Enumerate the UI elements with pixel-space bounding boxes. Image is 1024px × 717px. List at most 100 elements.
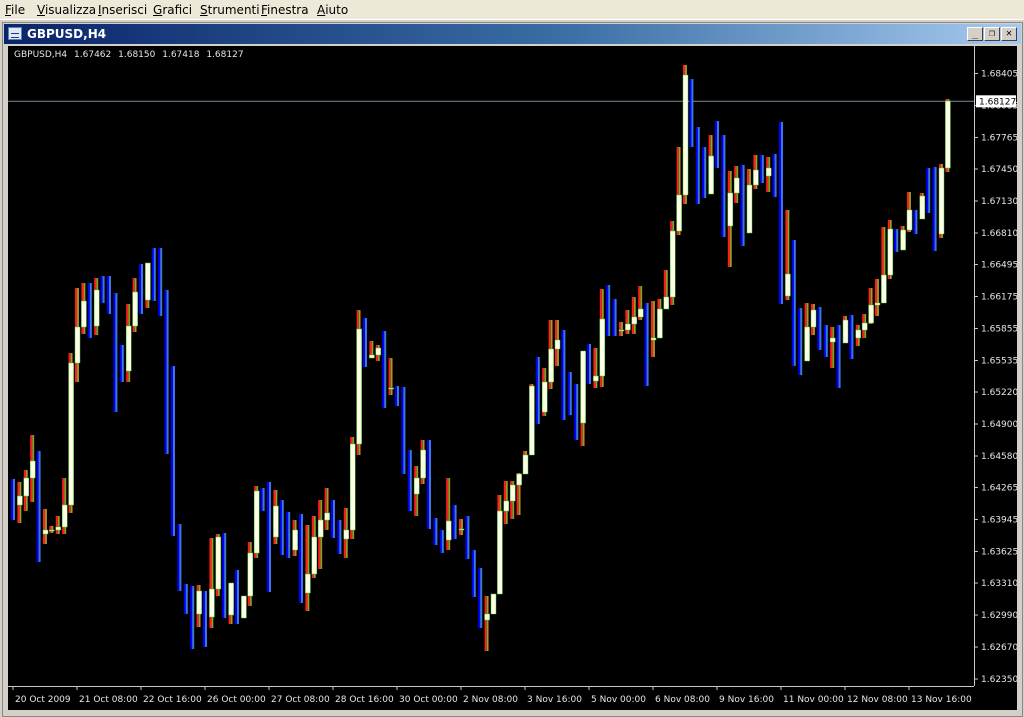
candle-body xyxy=(74,326,81,364)
y-tick-label: 1.65220 xyxy=(981,388,1017,398)
candle-bar xyxy=(267,482,269,592)
candle-body xyxy=(733,177,740,194)
candle-bar xyxy=(324,488,327,530)
candle-bar xyxy=(932,167,935,251)
candle-bar xyxy=(537,357,540,424)
candle-bar xyxy=(151,248,154,301)
candle-body xyxy=(631,316,638,325)
candle-bar xyxy=(337,520,340,554)
menu-finestra[interactable]: Finestra xyxy=(261,3,309,17)
candle-bar xyxy=(563,330,566,420)
y-tick-label: 1.64265 xyxy=(981,484,1017,494)
candle-bar xyxy=(403,387,406,474)
candle-bar xyxy=(772,154,775,197)
candle-bar xyxy=(896,229,899,252)
candle-body xyxy=(855,329,862,339)
candle-bar xyxy=(774,154,777,197)
chart-close-value: 1.68127 xyxy=(206,50,244,60)
candle-body xyxy=(369,354,375,359)
candle-bar xyxy=(480,568,483,628)
candle-bar xyxy=(119,345,122,382)
candle-body xyxy=(785,273,791,297)
candle-body xyxy=(746,184,753,234)
candle-bar xyxy=(593,348,596,388)
candle-bar xyxy=(409,450,412,511)
candle-body xyxy=(317,519,324,538)
y-tick-label: 1.63310 xyxy=(981,579,1017,589)
candles-group xyxy=(11,65,951,651)
y-tick-label: 1.63625 xyxy=(981,548,1017,558)
y-tick-label: 1.62350 xyxy=(981,675,1017,685)
candle-bar xyxy=(439,530,442,553)
candle-bar xyxy=(158,248,161,316)
candle-bar xyxy=(141,264,143,314)
candle-bar xyxy=(153,248,156,301)
x-tick-label: 28 Oct 16:00 xyxy=(335,695,394,705)
candle-body xyxy=(228,582,234,616)
minimize-button[interactable]: _ xyxy=(967,27,983,41)
restore-button[interactable]: ❐ xyxy=(984,27,1000,41)
candle-body xyxy=(727,192,734,227)
candle-body xyxy=(503,500,510,512)
candle-bar xyxy=(934,167,937,251)
candle-bar xyxy=(781,122,783,304)
y-tick-label: 1.65535 xyxy=(981,357,1017,367)
candle-body xyxy=(522,454,529,475)
candle-bar xyxy=(721,135,724,237)
candle-body xyxy=(292,529,298,551)
candle-bar xyxy=(587,344,589,384)
candle-body xyxy=(516,473,522,486)
candle-body xyxy=(580,350,586,424)
candle-body xyxy=(49,529,55,532)
chart-area[interactable]: 1.684051.680851.677651.674501.671301.668… xyxy=(8,46,1017,710)
candle-bar xyxy=(574,384,577,440)
candle-bar xyxy=(723,135,726,237)
candle-body xyxy=(145,262,151,301)
candle-bar xyxy=(569,372,572,415)
candle-bar xyxy=(279,500,282,555)
y-tick-label: 1.68405 xyxy=(981,70,1017,80)
candle-bar xyxy=(913,210,916,234)
candle-bar xyxy=(333,500,335,538)
candle-body xyxy=(637,308,644,318)
menu-visualizza[interactable]: Visualizza xyxy=(37,3,96,17)
x-tick-label: 30 Oct 00:00 xyxy=(399,695,458,705)
candle-bar xyxy=(11,479,13,520)
menu-grafici[interactable]: Grafici xyxy=(153,3,192,17)
candle-bar xyxy=(269,482,271,592)
candle-bar xyxy=(262,488,265,511)
candle-bar xyxy=(388,358,391,395)
y-tick-label: 1.62670 xyxy=(981,643,1017,653)
candle-bar xyxy=(836,325,839,388)
x-tick-label: 2 Nov 08:00 xyxy=(463,695,518,705)
candle-bar xyxy=(465,516,468,559)
candle-body xyxy=(509,484,516,502)
candle-bar xyxy=(478,568,481,628)
candle-body xyxy=(324,512,330,521)
candle-bar xyxy=(185,584,188,614)
candle-body xyxy=(682,74,689,196)
y-tick-label: 1.66495 xyxy=(981,261,1017,271)
close-button[interactable]: ✕ xyxy=(1001,27,1017,41)
candle-bar xyxy=(87,283,90,338)
candlestick-chart[interactable]: 1.684051.680851.677651.674501.671301.668… xyxy=(8,46,1017,710)
candle-body xyxy=(305,573,311,594)
candle-bar xyxy=(471,550,474,597)
menu-aiuto[interactable]: Aiuto xyxy=(317,3,348,17)
chart-window-title: GBPUSD,H4 xyxy=(27,27,107,41)
candle-bar xyxy=(689,79,692,147)
chart-window-titlebar[interactable]: GBPUSD,H4 _ ❐ ✕ xyxy=(4,24,1021,44)
candle-bar xyxy=(224,533,227,618)
y-tick-label: 1.63945 xyxy=(981,516,1017,526)
candle-bar xyxy=(190,586,193,649)
candle-bar xyxy=(164,290,167,454)
menu-strumenti[interactable]: Strumenti xyxy=(200,3,260,17)
candle-bar xyxy=(55,516,58,534)
menu-file[interactable]: File xyxy=(5,3,25,17)
candle-bar xyxy=(606,285,609,336)
candle-body xyxy=(625,323,631,331)
menu-inserisci[interactable]: Inserisci xyxy=(98,3,147,17)
candle-body xyxy=(945,100,951,169)
x-tick-label: 12 Nov 08:00 xyxy=(847,695,908,705)
candle-bar xyxy=(651,301,653,357)
